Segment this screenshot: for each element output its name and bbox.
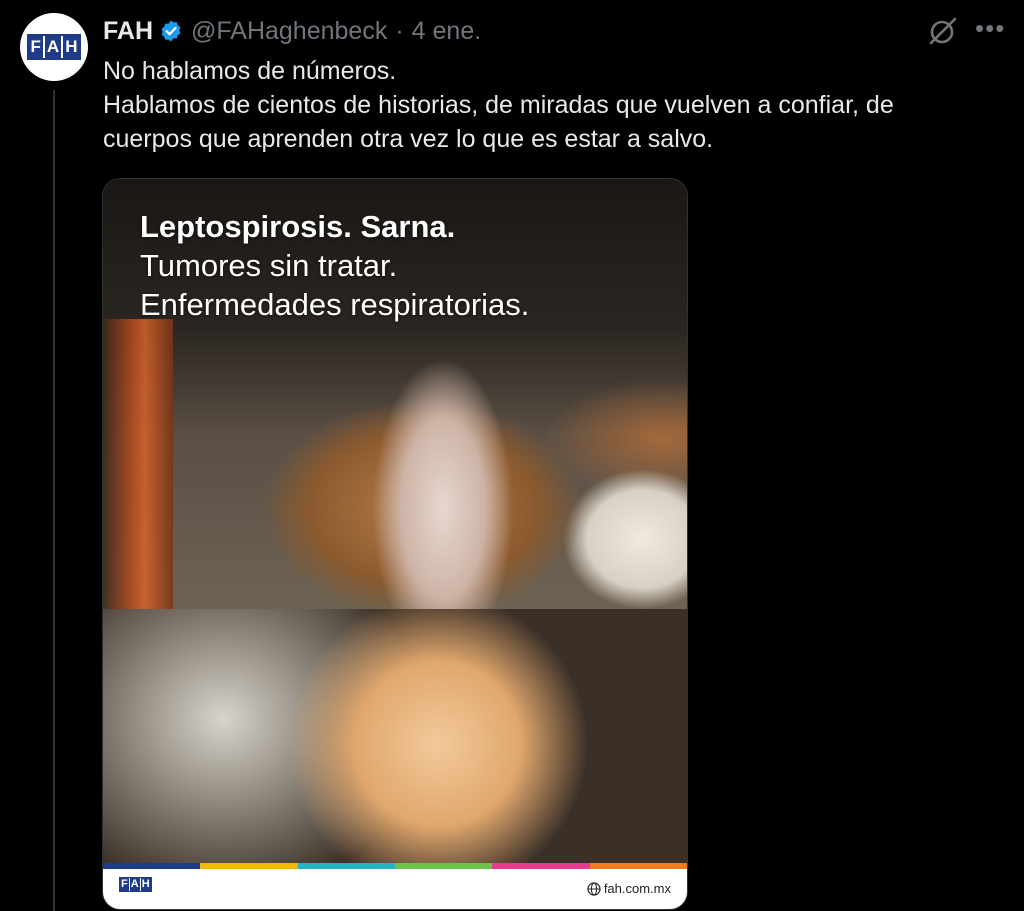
footer-url-text: fah.com.mx: [603, 881, 671, 896]
logo-letter: H: [139, 878, 151, 891]
cat-photo: [103, 609, 687, 864]
tweet-text: No hablamos de números. Hablamos de cien…: [103, 54, 983, 156]
logo-letter: A: [42, 36, 62, 58]
thread-line: [53, 90, 55, 911]
logo-letter: A: [128, 878, 140, 891]
tweet[interactable]: F A H FAH @FAHaghenbeck · 4 ene. ••• No …: [0, 0, 1024, 911]
globe-icon: [587, 881, 601, 896]
fah-logo: F A H: [26, 34, 82, 60]
more-icon[interactable]: •••: [975, 15, 1005, 41]
tweet-text-line: Hablamos de cientos de historias, de mir…: [103, 91, 894, 153]
logo-letter: F: [120, 878, 129, 891]
tweet-text-line: No hablamos de números.: [103, 57, 397, 85]
media-card[interactable]: Leptospirosis. Sarna. Tumores sin tratar…: [102, 178, 688, 910]
logo-letter: H: [61, 36, 80, 58]
avatar[interactable]: F A H: [20, 13, 88, 81]
separator-dot: ·: [395, 16, 404, 45]
cage-rail-decoration: [103, 319, 173, 609]
tweet-header: FAH @FAHaghenbeck · 4 ene.: [103, 14, 481, 48]
grok-icon[interactable]: [927, 15, 959, 47]
verified-badge-icon[interactable]: [159, 19, 183, 43]
fah-logo: F A H: [119, 877, 152, 892]
footer-url: fah.com.mx: [587, 881, 671, 896]
footer-logo: F A H: [119, 877, 152, 892]
image-overlay-text: Leptospirosis. Sarna. Tumores sin tratar…: [140, 207, 660, 324]
logo-letter: F: [28, 36, 43, 58]
image-footer: F A H fah.com.mx: [103, 869, 687, 909]
user-handle[interactable]: @FAHaghenbeck: [191, 17, 387, 46]
overlay-line: Enfermedades respiratorias.: [140, 287, 530, 322]
overlay-line: Tumores sin tratar.: [140, 248, 398, 283]
overlay-line: Leptospirosis. Sarna.: [140, 209, 456, 244]
display-name[interactable]: FAH: [103, 17, 153, 46]
tweet-date[interactable]: 4 ene.: [412, 17, 482, 46]
